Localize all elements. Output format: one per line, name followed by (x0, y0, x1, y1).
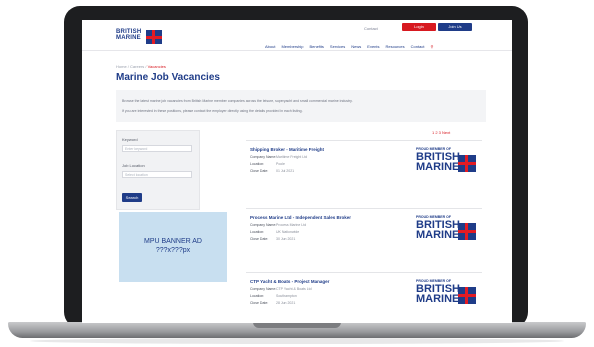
intro-box: Browse the latest marine job vacancies f… (116, 90, 486, 122)
intro-text: Browse the latest marine job vacancies f… (122, 99, 353, 103)
british-marine-member-badge: PROUD MEMBER OF BRITISH MARINE (416, 279, 478, 311)
laptop-shadow (30, 338, 564, 344)
keyword-label: Keyword (122, 137, 138, 142)
nav-item[interactable]: News (351, 44, 361, 49)
job-company: Company Name:Maritime Freight Ltd (250, 155, 308, 159)
union-flag-icon (458, 287, 476, 304)
union-flag-icon (458, 223, 476, 240)
job-title[interactable]: CTP Yacht & Boats - Project Manager (250, 279, 329, 284)
nav-item[interactable]: Resources (386, 44, 405, 49)
logo-flag-icon (146, 30, 162, 44)
location-label: Job Location (122, 163, 145, 168)
main-nav: About Membership Benefits Services News … (265, 44, 433, 49)
job-title[interactable]: Process Marine Ltd - Independent Sales B… (250, 215, 351, 220)
job-company: Company Name:Process Marine Ltd (250, 223, 307, 227)
intro-text: If you are interested in these positions… (122, 109, 303, 113)
job-location: Location: Southampton (250, 294, 297, 298)
job-close-date: Close Date: 28 Jun 2021 (250, 301, 296, 305)
job-location: Location: UK Nationwide (250, 230, 300, 234)
job-close-date: Close Date: 30 Jun 2021 (250, 237, 296, 241)
breadcrumb-current: Vacancies (147, 64, 166, 69)
search-icon[interactable]: ⚲ (430, 44, 433, 49)
breadcrumb: Home / Careers / Vacancies (116, 64, 166, 69)
nav-item[interactable]: Benefits (309, 44, 323, 49)
join-button[interactable]: Join Us (438, 23, 472, 31)
job-company: Company Name:CTP Yacht & Boats Ltd (250, 287, 312, 291)
british-marine-member-badge: PROUD MEMBER OF BRITISH MARINE (416, 147, 478, 179)
laptop-mockup: BRITISH MARINE Contact Login Join Us Abou… (0, 0, 594, 347)
nav-item[interactable]: Services (330, 44, 345, 49)
nav-item[interactable]: About (265, 44, 275, 49)
site-header: BRITISH MARINE Contact Login Join Us Abou… (82, 20, 512, 51)
nav-item[interactable]: Membership (281, 44, 303, 49)
job-filter-panel: Keyword Enter keyword Job Location Selec… (116, 130, 200, 210)
job-close-date: Close Date: 01 Jul 2021 (250, 169, 295, 173)
job-listing[interactable]: Process Marine Ltd - Independent Sales B… (246, 208, 482, 265)
site-logo[interactable]: BRITISH MARINE (116, 29, 164, 47)
location-select[interactable]: Select location (122, 171, 192, 178)
banner-title: MPU BANNER AD (144, 238, 202, 245)
banner-size: ???x???px (155, 247, 191, 254)
union-flag-icon (458, 155, 476, 172)
laptop-screen: BRITISH MARINE Contact Login Join Us Abou… (82, 20, 512, 323)
pagination[interactable]: 1 2 3 Next (432, 130, 450, 135)
breadcrumb-section[interactable]: Careers (130, 64, 144, 69)
breadcrumb-home[interactable]: Home (116, 64, 127, 69)
mpu-banner-ad[interactable]: MPU BANNER AD ???x???px (119, 212, 227, 282)
nav-item[interactable]: Events (367, 44, 379, 49)
job-location: Location: Poole (250, 162, 285, 166)
british-marine-member-badge: PROUD MEMBER OF BRITISH MARINE (416, 215, 478, 247)
top-contact-link[interactable]: Contact (364, 26, 378, 31)
logo-text: BRITISH MARINE (116, 29, 142, 41)
page-title: Marine Job Vacancies (116, 72, 220, 83)
job-listing[interactable]: CTP Yacht & Boats - Project Manager Comp… (246, 272, 482, 323)
login-button[interactable]: Login (402, 23, 436, 31)
nav-item[interactable]: Contact (411, 44, 425, 49)
keyword-input[interactable]: Enter keyword (122, 145, 192, 152)
search-button[interactable]: Search (122, 193, 142, 202)
job-listing[interactable]: Shipping Broker - Maritime Freight Compa… (246, 140, 482, 197)
job-title[interactable]: Shipping Broker - Maritime Freight (250, 147, 324, 152)
